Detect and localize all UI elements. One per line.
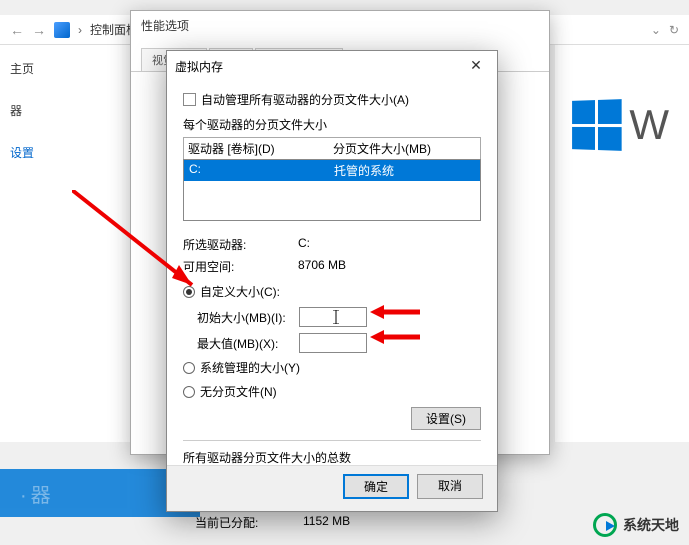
current-value: 1152 MB bbox=[303, 514, 350, 531]
max-size-label: 最大值(MB)(X): bbox=[197, 335, 299, 352]
radio-system-label: 系统管理的大小(Y) bbox=[200, 359, 300, 376]
initial-size-input[interactable] bbox=[299, 307, 367, 327]
drive-list-header: 驱动器 [卷标](D) 分页文件大小(MB) bbox=[183, 137, 481, 159]
cancel-button[interactable]: 取消 bbox=[417, 474, 483, 499]
radio-custom-size[interactable] bbox=[183, 286, 195, 298]
drive-status: 托管的系统 bbox=[334, 162, 394, 179]
selected-drive-value: C: bbox=[298, 236, 310, 253]
windows-logo: W bbox=[571, 100, 669, 150]
radio-no-paging[interactable] bbox=[183, 386, 195, 398]
max-size-input[interactable] bbox=[299, 333, 367, 353]
watermark: 系统天地 bbox=[593, 513, 679, 537]
watermark-text: 系统天地 bbox=[623, 515, 679, 535]
chevron-right-icon: › bbox=[78, 23, 82, 37]
radio-none-label: 无分页文件(N) bbox=[200, 383, 277, 400]
control-panel-icon bbox=[54, 22, 70, 38]
dialog-titlebar: 虚拟内存 ✕ bbox=[167, 51, 497, 81]
sidebar-item[interactable]: 主页 bbox=[10, 60, 120, 77]
back-arrow-icon[interactable]: ← bbox=[10, 22, 24, 38]
free-space-label: 可用空间: bbox=[183, 258, 298, 275]
drives-group-label: 每个驱动器的分页文件大小 bbox=[183, 116, 481, 133]
col-drive: 驱动器 [卷标](D) bbox=[188, 140, 333, 157]
dialog-title: 虚拟内存 bbox=[175, 58, 463, 75]
windows-logo-text: W bbox=[629, 101, 669, 149]
forward-arrow-icon[interactable]: → bbox=[32, 22, 46, 38]
text-cursor-icon bbox=[333, 310, 340, 324]
dropdown-icon[interactable]: ⌄ bbox=[651, 23, 661, 37]
col-paging: 分页文件大小(MB) bbox=[333, 140, 431, 157]
totals-label: 所有驱动器分页文件大小的总数 bbox=[183, 449, 481, 466]
auto-manage-checkbox[interactable] bbox=[183, 93, 196, 106]
refresh-icon[interactable]: ↻ bbox=[669, 23, 679, 37]
radio-system-managed[interactable] bbox=[183, 362, 195, 374]
virtual-memory-dialog: 虚拟内存 ✕ 自动管理所有驱动器的分页文件大小(A) 每个驱动器的分页文件大小 … bbox=[166, 50, 498, 512]
current-label: 当前已分配: bbox=[195, 514, 303, 531]
auto-manage-label: 自动管理所有驱动器的分页文件大小(A) bbox=[201, 91, 409, 108]
windows-icon bbox=[572, 99, 622, 151]
window-title: 性能选项 bbox=[131, 11, 549, 40]
ok-button[interactable]: 确定 bbox=[343, 474, 409, 499]
drive-row-c[interactable]: C: 托管的系统 bbox=[184, 160, 480, 181]
control-panel-sidebar: 主页 器 设置 bbox=[0, 45, 130, 442]
sidebar-item[interactable]: 器 bbox=[10, 102, 120, 119]
divider bbox=[183, 440, 481, 441]
initial-size-label: 初始大小(MB)(I): bbox=[197, 309, 299, 326]
drive-letter: C: bbox=[189, 162, 334, 179]
watermark-icon bbox=[593, 513, 617, 537]
dialog-footer: 确定 取消 bbox=[167, 465, 497, 511]
free-space-value: 8706 MB bbox=[298, 258, 346, 275]
drive-list[interactable]: C: 托管的系统 bbox=[183, 159, 481, 221]
taskbar-text: ·器 bbox=[20, 479, 55, 508]
radio-custom-label: 自定义大小(C): bbox=[200, 283, 280, 300]
selected-drive-label: 所选驱动器: bbox=[183, 236, 298, 253]
set-button[interactable]: 设置(S) bbox=[411, 407, 481, 430]
sidebar-item[interactable]: 设置 bbox=[10, 144, 120, 161]
close-button[interactable]: ✕ bbox=[463, 56, 489, 76]
